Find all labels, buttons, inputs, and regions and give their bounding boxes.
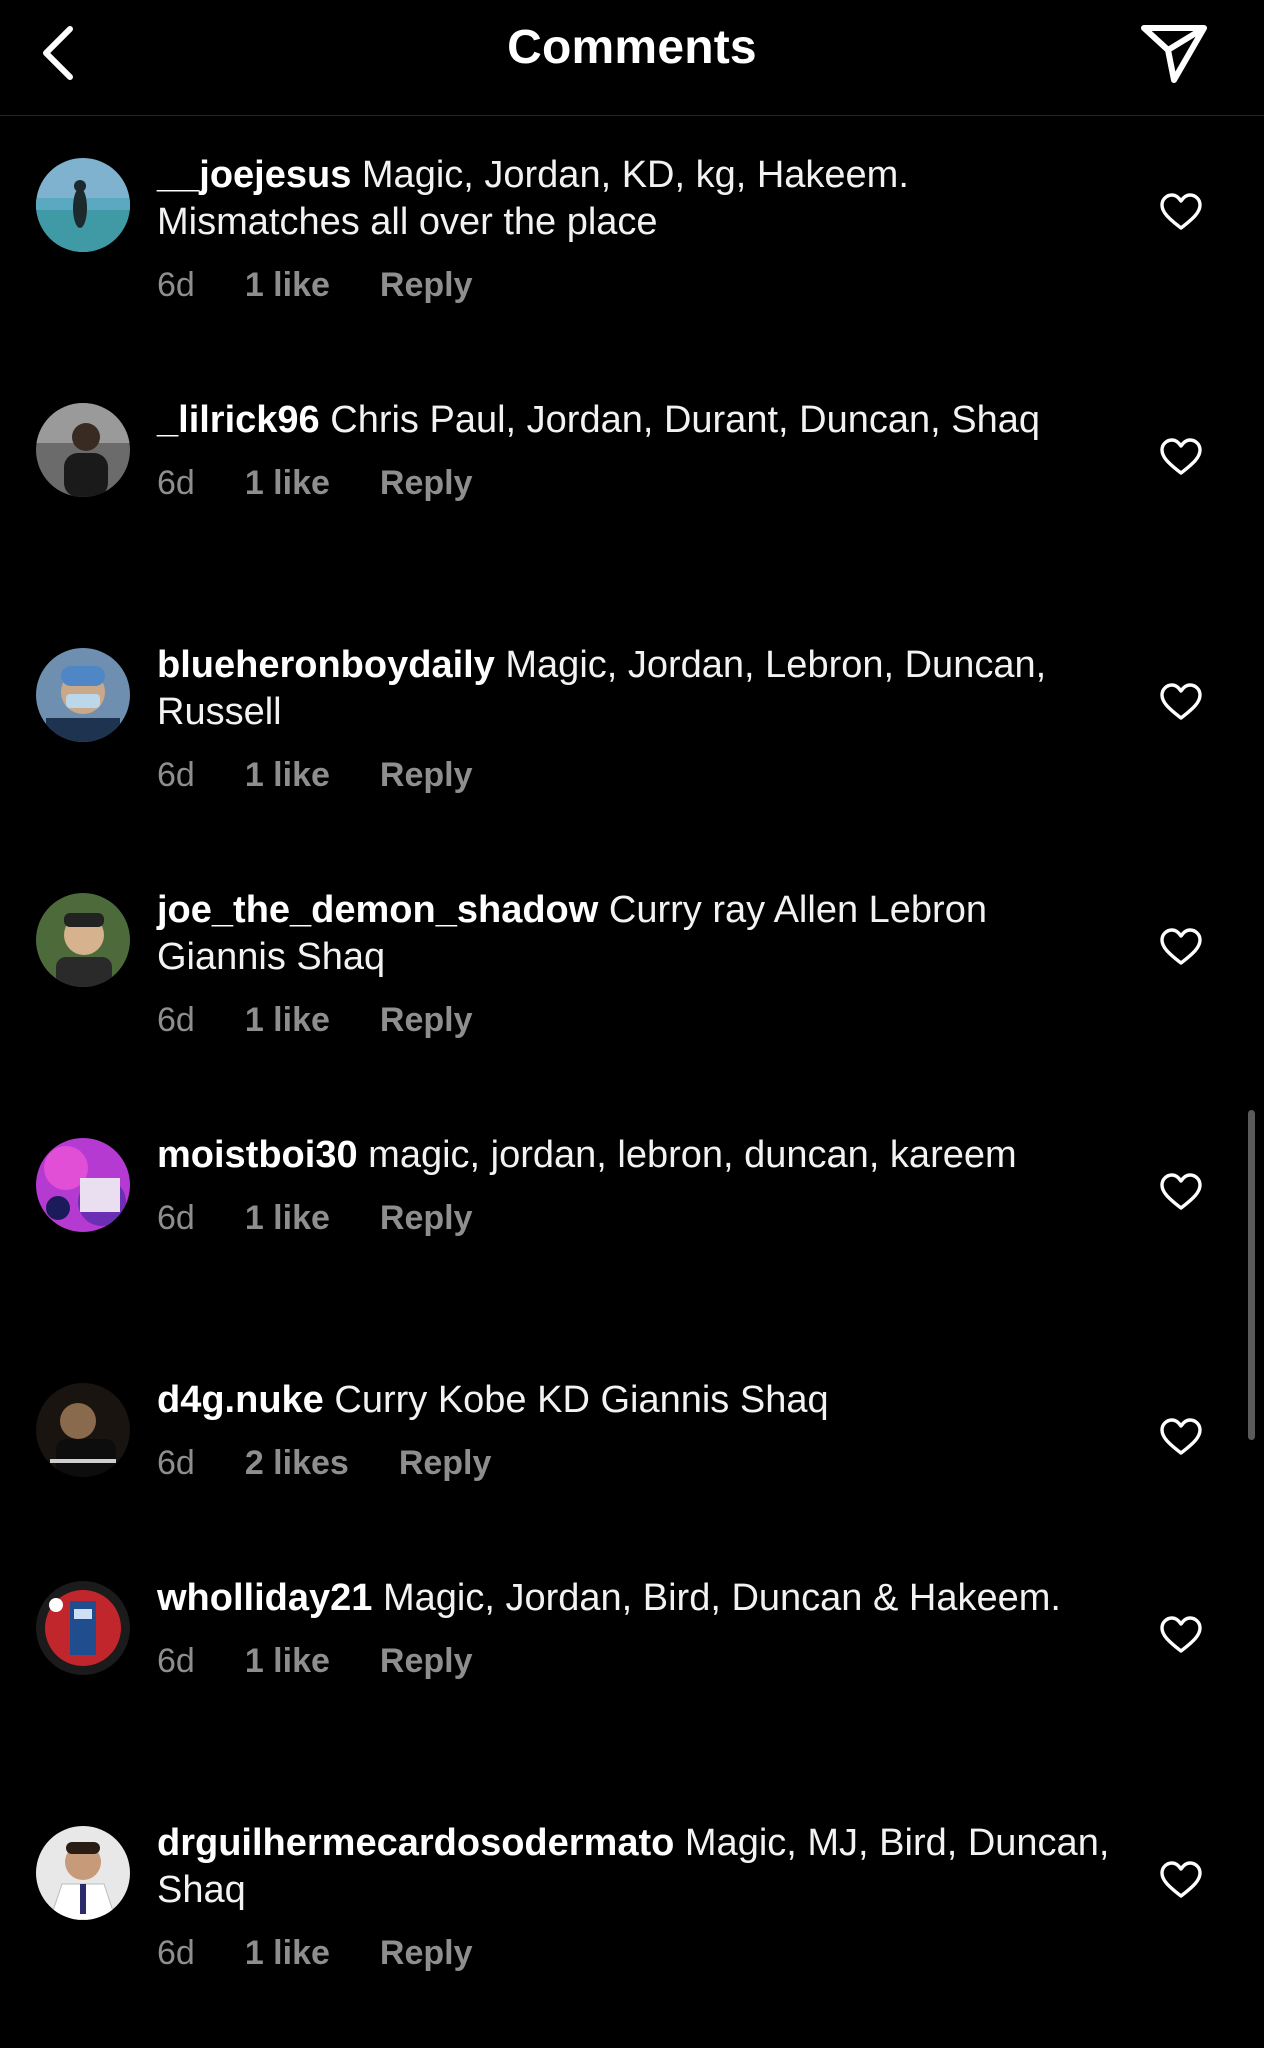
comment-time: 6d xyxy=(157,1001,195,1039)
comment-likes[interactable]: 2 likes xyxy=(245,1444,349,1483)
heart-icon[interactable] xyxy=(1158,1415,1204,1461)
comment-username[interactable]: __joejesus xyxy=(157,154,351,196)
comment-likes[interactable]: 1 like xyxy=(245,1001,330,1040)
comment-time: 6d xyxy=(157,1444,195,1482)
comment-username[interactable]: wholliday21 xyxy=(157,1577,372,1619)
heart-icon[interactable] xyxy=(1158,1170,1204,1216)
heart-icon[interactable] xyxy=(1158,1613,1204,1659)
comment-time: 6d xyxy=(157,1642,195,1680)
comment-likes[interactable]: 1 like xyxy=(245,1642,330,1681)
reply-button[interactable]: Reply xyxy=(380,1199,473,1238)
avatar[interactable] xyxy=(36,648,130,742)
comment-content: Magic, Jordan, Bird, Duncan & Hakeem. xyxy=(382,1577,1061,1619)
comment-text: _lilrick96 Chris Paul, Jordan, Durant, D… xyxy=(157,397,1117,444)
heart-icon[interactable] xyxy=(1158,1858,1204,1904)
avatar[interactable] xyxy=(36,1826,130,1920)
comment-text: moistboi30 magic, jordan, lebron, duncan… xyxy=(157,1132,1117,1179)
avatar[interactable] xyxy=(36,1383,130,1477)
comment-username[interactable]: drguilhermecardosodermato xyxy=(157,1822,674,1864)
comment-body: moistboi30 magic, jordan, lebron, duncan… xyxy=(157,1132,1117,1238)
avatar[interactable] xyxy=(36,158,130,252)
comment-meta: 6d 1 like Reply xyxy=(157,266,1117,305)
comments-header: Comments xyxy=(0,0,1264,116)
comment-likes[interactable]: 1 like xyxy=(245,1934,330,1973)
heart-icon[interactable] xyxy=(1158,435,1204,481)
heart-icon[interactable] xyxy=(1158,680,1204,726)
comment-body: d4g.nuke Curry Kobe KD Giannis Shaq 6d 2… xyxy=(157,1377,1117,1483)
heart-icon[interactable] xyxy=(1158,190,1204,236)
comment-meta: 6d 1 like Reply xyxy=(157,1642,1117,1681)
comment-time: 6d xyxy=(157,1199,195,1237)
comment-meta: 6d 1 like Reply xyxy=(157,756,1117,795)
comment-likes[interactable]: 1 like xyxy=(245,1199,330,1238)
paper-plane-icon xyxy=(1141,25,1207,83)
comment-text: d4g.nuke Curry Kobe KD Giannis Shaq xyxy=(157,1377,1117,1424)
reply-button[interactable]: Reply xyxy=(380,1934,473,1973)
comment-likes[interactable]: 1 like xyxy=(245,464,330,503)
comment-content: magic, jordan, lebron, duncan, kareem xyxy=(368,1134,1017,1176)
comment-content: Chris Paul, Jordan, Durant, Duncan, Shaq xyxy=(330,399,1040,441)
comment-text: joe_the_demon_shadow Curry ray Allen Leb… xyxy=(157,887,1117,981)
reply-button[interactable]: Reply xyxy=(380,1642,473,1681)
comment-likes[interactable]: 1 like xyxy=(245,266,330,305)
comment-body: __joejesus Magic, Jordan, KD, kg, Hakeem… xyxy=(157,152,1117,305)
comment-text: blueheronboydaily Magic, Jordan, Lebron,… xyxy=(157,642,1117,736)
reply-button[interactable]: Reply xyxy=(380,266,473,305)
comment-time: 6d xyxy=(157,464,195,502)
comment-time: 6d xyxy=(157,266,195,304)
comment-meta: 6d 1 like Reply xyxy=(157,1934,1117,1973)
comment-time: 6d xyxy=(157,1934,195,1972)
avatar[interactable] xyxy=(36,893,130,987)
comment-meta: 6d 1 like Reply xyxy=(157,464,1117,503)
comment-text: __joejesus Magic, Jordan, KD, kg, Hakeem… xyxy=(157,152,1117,246)
comment-body: blueheronboydaily Magic, Jordan, Lebron,… xyxy=(157,642,1117,795)
avatar[interactable] xyxy=(36,1581,130,1675)
comment-meta: 6d 1 like Reply xyxy=(157,1199,1117,1238)
comment-likes[interactable]: 1 like xyxy=(245,756,330,795)
comment-body: joe_the_demon_shadow Curry ray Allen Leb… xyxy=(157,887,1117,1040)
comment-body: _lilrick96 Chris Paul, Jordan, Durant, D… xyxy=(157,397,1117,503)
comment-username[interactable]: blueheronboydaily xyxy=(157,644,495,686)
comment-meta: 6d 2 likes Reply xyxy=(157,1444,1117,1483)
reply-button[interactable]: Reply xyxy=(380,1001,473,1040)
comment-body: drguilhermecardosodermato Magic, MJ, Bir… xyxy=(157,1820,1117,1973)
reply-button[interactable]: Reply xyxy=(399,1444,492,1483)
comment-username[interactable]: moistboi30 xyxy=(157,1134,358,1176)
avatar[interactable] xyxy=(36,1138,130,1232)
page-title: Comments xyxy=(507,21,757,74)
comment-meta: 6d 1 like Reply xyxy=(157,1001,1117,1040)
reply-button[interactable]: Reply xyxy=(380,756,473,795)
comment-username[interactable]: d4g.nuke xyxy=(157,1379,324,1421)
comment-text: wholliday21 Magic, Jordan, Bird, Duncan … xyxy=(157,1575,1117,1622)
comment-body: wholliday21 Magic, Jordan, Bird, Duncan … xyxy=(157,1575,1117,1681)
share-button[interactable] xyxy=(1134,16,1214,92)
comment-username[interactable]: _lilrick96 xyxy=(157,399,320,441)
comment-text: drguilhermecardosodermato Magic, MJ, Bir… xyxy=(157,1820,1117,1914)
heart-icon[interactable] xyxy=(1158,925,1204,971)
reply-button[interactable]: Reply xyxy=(380,464,473,503)
comment-content: Curry Kobe KD Giannis Shaq xyxy=(334,1379,829,1421)
avatar[interactable] xyxy=(36,403,130,497)
scrollbar[interactable] xyxy=(1248,1110,1255,1440)
comment-username[interactable]: joe_the_demon_shadow xyxy=(157,889,598,931)
comment-time: 6d xyxy=(157,756,195,794)
